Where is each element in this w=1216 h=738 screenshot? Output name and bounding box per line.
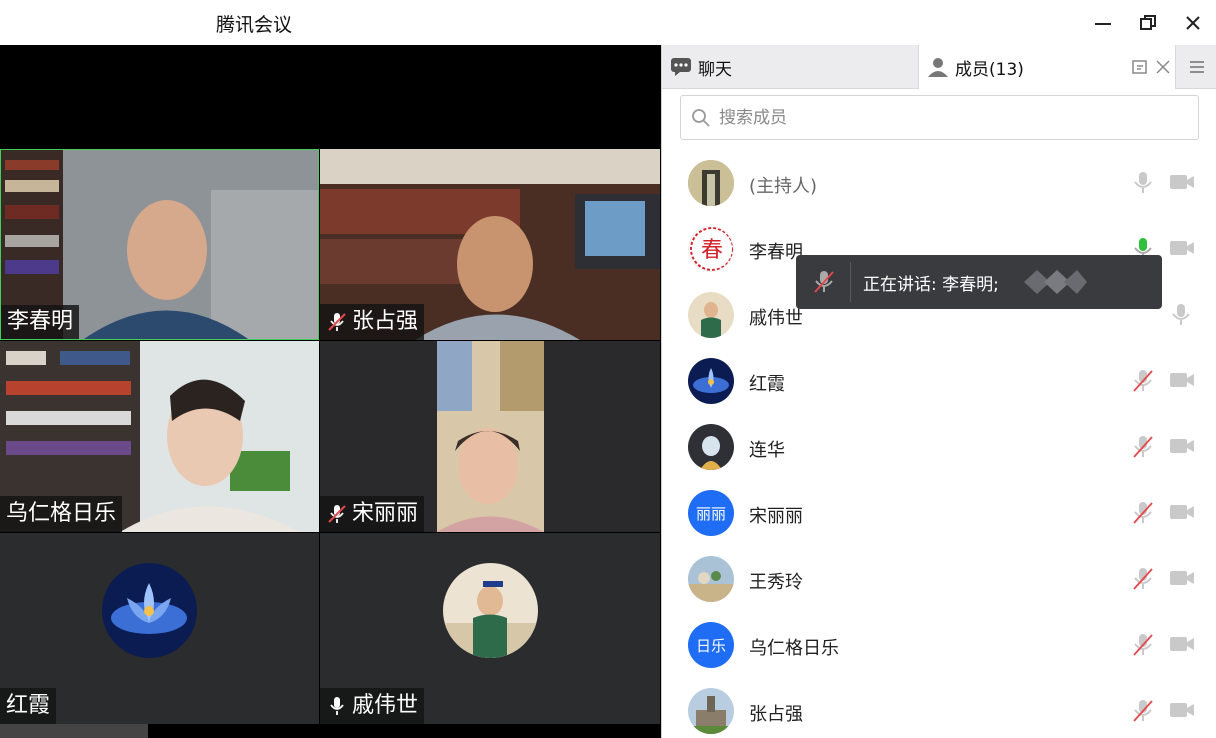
- mic-off-icon[interactable]: [1132, 170, 1154, 196]
- camera-icon[interactable]: [1169, 239, 1195, 257]
- doll-avatar-icon: [688, 424, 734, 470]
- camera-icon[interactable]: [1169, 635, 1195, 653]
- members-panel: 聊天 成员(13) (主持人) 春 李春明: [661, 45, 1216, 738]
- text-avatar: 丽丽: [688, 490, 734, 536]
- camera-icon[interactable]: [1169, 437, 1195, 455]
- member-search[interactable]: [680, 95, 1199, 140]
- speaking-toast: 正在讲话: 李春明;: [796, 255, 1162, 309]
- member-row[interactable]: 日乐 乌仁格日乐: [662, 612, 1216, 678]
- tab-members[interactable]: 成员(13): [918, 45, 1176, 89]
- building-avatar-icon: [688, 688, 734, 734]
- lotus-avatar-icon: [688, 358, 734, 404]
- mic-muted-icon: [328, 313, 346, 331]
- child-avatar-icon: [688, 292, 734, 338]
- mic-muted-icon: [814, 271, 834, 293]
- camera-icon[interactable]: [1169, 701, 1195, 719]
- child-avatar-icon: [443, 563, 538, 658]
- camera-icon[interactable]: [1169, 173, 1195, 191]
- search-icon: [692, 108, 710, 127]
- chun-logo-avatar-icon: 春: [688, 226, 734, 272]
- landscape-avatar-icon: [688, 160, 734, 206]
- participant-name-tag: 张占强: [320, 304, 425, 340]
- close-icon: [1186, 16, 1200, 30]
- title-bar: 腾讯会议: [0, 0, 1216, 45]
- member-row[interactable]: 连华: [662, 414, 1216, 480]
- hamburger-icon: [1189, 61, 1204, 73]
- lotus-avatar-icon: [102, 563, 197, 658]
- minimize-button[interactable]: [1088, 8, 1118, 38]
- popout-icon[interactable]: [1131, 58, 1149, 76]
- participant-name-tag: 乌仁格日乐: [0, 496, 123, 532]
- minimize-icon: [1095, 23, 1111, 25]
- flowers-avatar-icon: [688, 556, 734, 602]
- tab-chat[interactable]: 聊天: [662, 45, 918, 89]
- member-row[interactable]: 王秀玲: [662, 546, 1216, 612]
- svg-text:春: 春: [701, 238, 723, 263]
- participant-name-tag: 戚伟世: [320, 688, 425, 724]
- participant-name-tag: 红霞: [0, 688, 57, 724]
- participant-name-tag: 李春明: [1, 305, 80, 339]
- video-tile[interactable]: 红霞: [0, 533, 319, 724]
- video-grid: 李春明 张占强 乌仁格日乐 宋丽丽 红霞 戚伟世: [0, 45, 661, 738]
- close-tab-icon[interactable]: [1155, 59, 1171, 75]
- text-avatar: 日乐: [688, 622, 734, 668]
- video-tile[interactable]: 宋丽丽: [320, 341, 660, 532]
- mic-muted-icon[interactable]: [1132, 434, 1154, 460]
- video-tile[interactable]: 乌仁格日乐: [0, 341, 319, 532]
- mic-muted-icon: [328, 505, 346, 523]
- member-row[interactable]: 丽丽 宋丽丽: [662, 480, 1216, 546]
- video-tile[interactable]: 张占强: [320, 149, 660, 340]
- mic-muted-icon[interactable]: [1132, 500, 1154, 526]
- camera-icon[interactable]: [1169, 371, 1195, 389]
- close-button[interactable]: [1178, 8, 1208, 38]
- panel-tabs: 聊天 成员(13): [662, 45, 1216, 89]
- camera-icon[interactable]: [1169, 503, 1195, 521]
- mic-muted-icon[interactable]: [1132, 368, 1154, 394]
- toast-divider: [850, 262, 851, 302]
- mic-icon[interactable]: [1170, 302, 1192, 328]
- member-list: (主持人) 春 李春明 戚伟世 红霞 连华 丽丽 宋丽丽 王秀玲 日乐 乌仁格日…: [662, 157, 1216, 738]
- bottom-scroll-strip: [0, 724, 148, 738]
- chat-icon: [671, 58, 691, 76]
- camera-icon[interactable]: [1169, 569, 1195, 587]
- member-row[interactable]: 张占强: [662, 678, 1216, 738]
- mic-muted-icon[interactable]: [1132, 566, 1154, 592]
- restore-icon: [1140, 15, 1156, 30]
- member-row[interactable]: 红霞: [662, 348, 1216, 414]
- mic-muted-icon[interactable]: [1132, 698, 1154, 724]
- window-title: 腾讯会议: [216, 14, 293, 36]
- restore-button[interactable]: [1133, 8, 1163, 38]
- search-input[interactable]: [719, 107, 1179, 128]
- panel-menu-button[interactable]: [1176, 45, 1216, 89]
- person-icon: [928, 58, 948, 77]
- speaking-text: 正在讲话: 李春明;: [863, 274, 999, 295]
- participant-name-tag: 宋丽丽: [320, 496, 425, 532]
- redacted-blur: [1023, 270, 1087, 294]
- member-row[interactable]: (主持人): [662, 157, 1216, 216]
- mic-muted-icon[interactable]: [1132, 632, 1154, 658]
- mic-icon: [330, 697, 344, 715]
- video-tile[interactable]: 李春明: [0, 149, 319, 340]
- video-tile[interactable]: 戚伟世: [320, 533, 660, 724]
